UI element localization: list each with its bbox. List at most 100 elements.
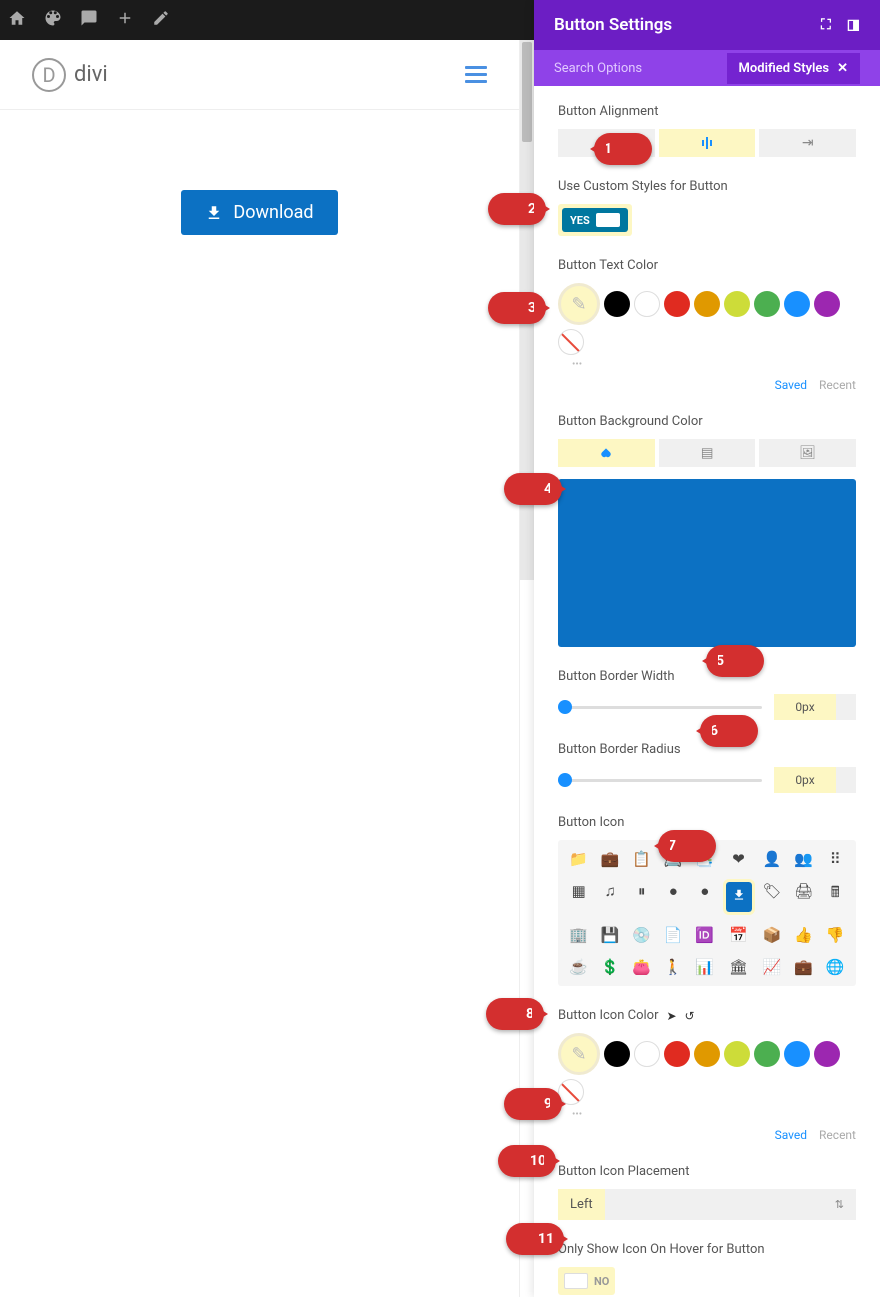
swatch-green[interactable] (754, 1041, 780, 1067)
callout-9: 9 (504, 1088, 562, 1120)
toggle-custom-styles[interactable]: YES (558, 204, 632, 236)
swatch-blue[interactable] (784, 1041, 810, 1067)
swatch-orange[interactable] (694, 291, 720, 317)
icon-download-selected[interactable] (726, 882, 752, 912)
icon-opt[interactable]: ⏸ (631, 882, 653, 912)
swatch-purple[interactable] (814, 291, 840, 317)
icon-opt[interactable]: 💾 (600, 926, 622, 944)
section-bg-color: Button Background Color ▤ 🖼 (558, 414, 856, 647)
callout-10: 10 (498, 1145, 556, 1177)
icon-opt[interactable]: 🆔 (694, 926, 716, 944)
reset-icon[interactable]: ↺ (685, 1009, 695, 1023)
download-button[interactable]: Download (181, 190, 337, 235)
icon-opt[interactable]: 🏷 (762, 882, 784, 912)
site-header: D divi (0, 40, 519, 110)
icon-opt[interactable]: 📅 (726, 926, 752, 944)
swatch-black[interactable] (604, 1041, 630, 1067)
icon-opt[interactable]: ♫ (600, 882, 622, 912)
close-icon[interactable]: ✕ (837, 61, 848, 76)
callout-11: 11 (506, 1223, 564, 1255)
expand-icon[interactable]: ⛶ (821, 17, 831, 33)
callout-4: 4 (504, 473, 562, 505)
callout-2: 2 (488, 193, 546, 225)
icon-opt[interactable]: 👍 (793, 926, 815, 944)
icon-opt[interactable]: 🖩 (825, 882, 847, 912)
dock-icon[interactable]: ◨ (847, 17, 860, 33)
logo-circle-icon: D (32, 58, 66, 92)
icon-opt[interactable]: ● (694, 882, 716, 912)
border-width-input[interactable] (774, 694, 836, 720)
color-picker-button[interactable]: ✎ (558, 1033, 600, 1075)
swatch-red[interactable] (664, 291, 690, 317)
icon-opt[interactable]: 🖨 (793, 882, 815, 912)
icon-opt[interactable]: 📦 (762, 926, 784, 944)
section-icon-placement: Button Icon Placement Left ⇅ (558, 1164, 856, 1220)
bg-tab-color[interactable] (558, 439, 655, 467)
bg-tab-image[interactable]: 🖼 (759, 439, 856, 467)
recent-link[interactable]: Recent (819, 1128, 856, 1142)
bg-color-preview[interactable] (558, 479, 856, 647)
border-radius-slider[interactable] (558, 779, 762, 782)
swatch-lime[interactable] (724, 291, 750, 317)
pencil-icon[interactable] (152, 9, 170, 32)
tab-search-options[interactable]: Search Options (554, 61, 642, 76)
icon-opt[interactable]: 👥 (793, 850, 815, 868)
icon-opt[interactable]: 🏢 (568, 926, 590, 944)
toggle-only-hover[interactable]: NO (558, 1267, 615, 1295)
icon-opt[interactable]: 👎 (825, 926, 847, 944)
saved-link[interactable]: Saved (775, 1128, 807, 1142)
icon-opt[interactable]: ⠿ (825, 850, 847, 868)
label-border-width: Button Border Width (558, 669, 856, 684)
icon-grid: 📁💼📋📇📑❤👤👥⠿ ▦♫⏸●●🏷🖨🖩 🏢💾💿📄🆔📅📦👍👎 ☕💲👛🚶📊🏛📈💼🌐 (558, 840, 856, 986)
cursor-icon[interactable]: ➤ (666, 1009, 676, 1023)
section-border-width: Button Border Width (558, 669, 856, 720)
icon-opt[interactable]: 📈 (762, 958, 784, 976)
recent-link[interactable]: Recent (819, 378, 856, 392)
tab-modified-styles[interactable]: Modified Styles✕ (727, 53, 860, 84)
label-text-color: Button Text Color (558, 258, 856, 273)
icon-opt[interactable]: ▦ (568, 882, 590, 912)
border-width-slider[interactable] (558, 706, 762, 709)
icon-opt[interactable]: 🏛 (726, 958, 752, 976)
icon-opt[interactable]: 💿 (631, 926, 653, 944)
icon-opt[interactable]: 💼 (793, 958, 815, 976)
swatch-orange[interactable] (694, 1041, 720, 1067)
logo-text: divi (74, 62, 108, 87)
swatch-white[interactable] (634, 291, 660, 317)
icon-opt[interactable]: ❤ (726, 850, 752, 868)
saved-link[interactable]: Saved (775, 378, 807, 392)
align-right-button[interactable]: ⇥ (759, 129, 856, 157)
icon-opt[interactable]: 👤 (762, 850, 784, 868)
swatch-green[interactable] (754, 291, 780, 317)
label-bg-color: Button Background Color (558, 414, 856, 429)
site-logo[interactable]: D divi (32, 58, 108, 92)
color-picker-button[interactable]: ✎ (558, 283, 600, 325)
swatch-black[interactable] (604, 291, 630, 317)
swatch-lime[interactable] (724, 1041, 750, 1067)
icon-opt[interactable]: 📁 (568, 850, 590, 868)
icon-opt[interactable]: 👛 (631, 958, 653, 976)
swatch-none[interactable] (558, 329, 584, 355)
comment-icon[interactable] (80, 9, 98, 32)
icon-color-swatches: ✎ (558, 1033, 856, 1105)
border-radius-input[interactable] (774, 767, 836, 793)
icon-opt[interactable]: 🚶 (663, 958, 685, 976)
icon-opt[interactable]: 🌐 (825, 958, 847, 976)
align-center-button[interactable] (659, 129, 756, 157)
home-icon[interactable] (8, 9, 26, 32)
swatch-purple[interactable] (814, 1041, 840, 1067)
icon-opt[interactable]: 💲 (600, 958, 622, 976)
swatch-white[interactable] (634, 1041, 660, 1067)
icon-opt[interactable]: ● (663, 882, 685, 912)
plus-icon[interactable] (116, 9, 134, 32)
bg-tab-gradient[interactable]: ▤ (659, 439, 756, 467)
icon-opt[interactable]: 💼 (600, 850, 622, 868)
icon-opt[interactable]: ☕ (568, 958, 590, 976)
hamburger-menu-icon[interactable] (465, 66, 487, 83)
icon-placement-select[interactable]: Left ⇅ (558, 1189, 856, 1220)
swatch-blue[interactable] (784, 291, 810, 317)
icon-opt[interactable]: 📊 (694, 958, 716, 976)
palette-icon[interactable] (44, 9, 62, 32)
swatch-red[interactable] (664, 1041, 690, 1067)
icon-opt[interactable]: 📄 (663, 926, 685, 944)
